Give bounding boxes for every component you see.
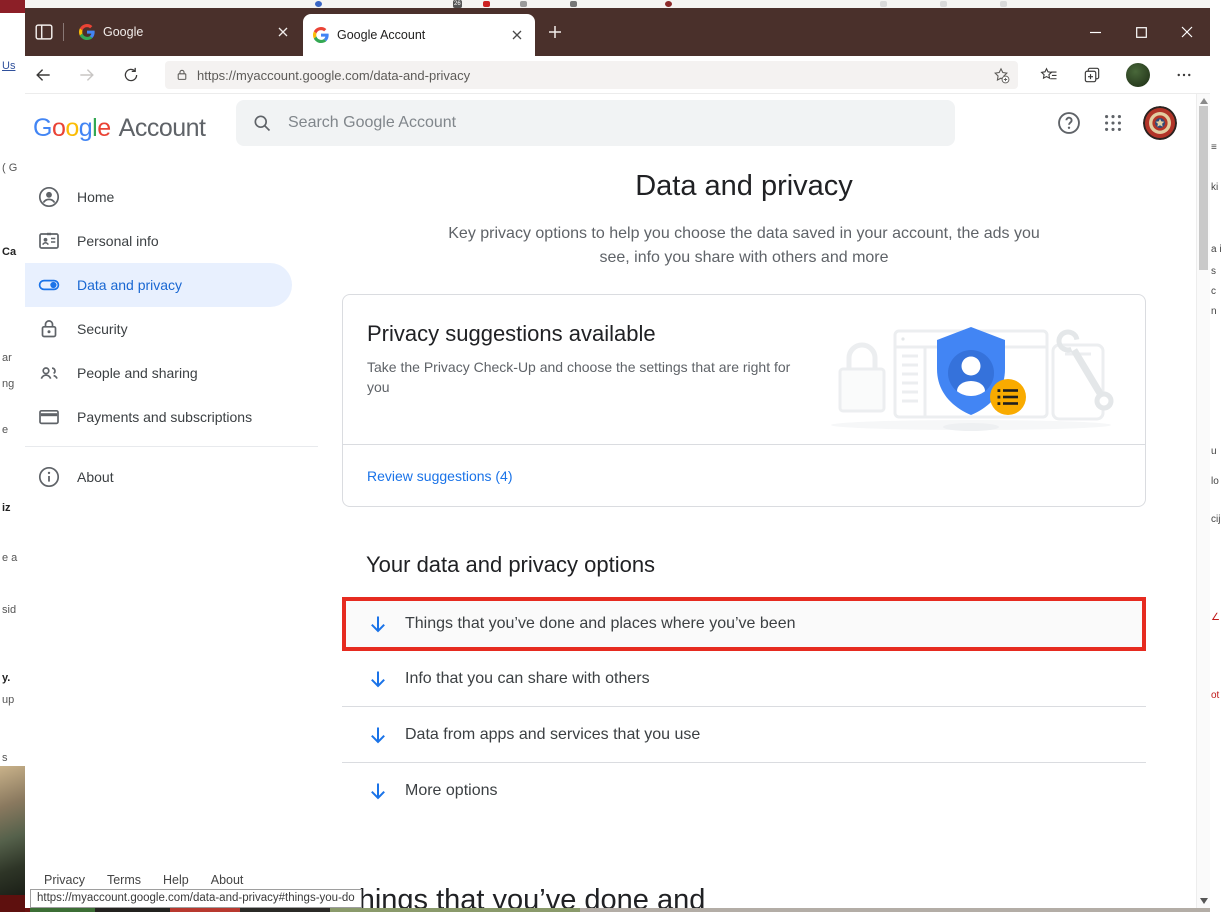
background-image-fragment xyxy=(0,895,25,912)
url-bar[interactable]: https://myaccount.google.com/data-and-pr… xyxy=(165,61,1018,89)
scrollbar-thumb[interactable] xyxy=(1199,106,1208,270)
tab-close-icon[interactable] xyxy=(509,27,525,43)
next-section-heading-partial: Things that you’ve done and xyxy=(341,884,705,908)
footer-link-terms[interactable]: Terms xyxy=(107,873,141,887)
scroll-up-arrow[interactable] xyxy=(1200,98,1208,104)
sidebar-item-about[interactable]: About xyxy=(25,455,292,499)
card-title: Privacy suggestions available xyxy=(367,321,656,347)
google-favicon xyxy=(79,24,95,40)
info-icon xyxy=(37,465,61,489)
option-things-done-places-been[interactable]: Things that you’ve done and places where… xyxy=(342,597,1146,651)
option-data-apps-services[interactable]: Data from apps and services that you use xyxy=(342,707,1146,763)
logo-account-text: Account xyxy=(119,114,206,143)
background-photo-fragment xyxy=(0,766,25,895)
background-image-fragment xyxy=(0,0,25,13)
background-badge: 26 xyxy=(453,0,462,8)
option-more-options[interactable]: More options xyxy=(342,763,1146,819)
refresh-icon[interactable] xyxy=(117,61,145,89)
favorites-icon[interactable] xyxy=(1035,61,1063,89)
browser-navbar: https://myaccount.google.com/data-and-pr… xyxy=(25,56,1210,94)
page-footer-links: Privacy Terms Help About xyxy=(44,873,243,887)
background-bottom-strip xyxy=(25,908,1210,912)
tab-label: Google xyxy=(103,25,267,39)
privacy-suggestions-card: Privacy suggestions available Take the P… xyxy=(342,294,1146,507)
sidebar-item-security[interactable]: Security xyxy=(25,307,292,351)
review-suggestions-row[interactable]: Review suggestions (4) xyxy=(343,444,1145,506)
tab-close-icon[interactable] xyxy=(275,24,291,40)
card-body: Take the Privacy Check-Up and choose the… xyxy=(367,357,807,397)
forward-icon[interactable] xyxy=(73,61,101,89)
arrow-down-icon xyxy=(366,667,390,691)
id-card-icon xyxy=(37,229,61,253)
tab-google-account[interactable]: Google Account xyxy=(303,14,535,56)
help-icon[interactable] xyxy=(1055,109,1083,137)
browser-profile-avatar[interactable] xyxy=(1124,61,1152,89)
browser-window: Google Google Account xyxy=(25,8,1210,912)
background-window-left-sliver: Us ( G Ca ar ng e iz e a sid y. up s xyxy=(0,0,25,912)
sidebar-divider xyxy=(25,446,318,447)
footer-link-privacy[interactable]: Privacy xyxy=(44,873,85,887)
sidebar-item-personal-info[interactable]: Personal info xyxy=(25,219,292,263)
sidebar-item-payments[interactable]: Payments and subscriptions xyxy=(25,395,292,439)
account-avatar[interactable] xyxy=(1143,106,1177,140)
search-bar[interactable] xyxy=(236,100,955,146)
page-scrollbar[interactable] xyxy=(1196,94,1210,908)
sidebar-item-people-and-sharing[interactable]: People and sharing xyxy=(25,351,292,395)
settings-menu-icon[interactable] xyxy=(1170,61,1198,89)
new-tab-icon[interactable] xyxy=(545,22,565,42)
tab-actions-icon[interactable] xyxy=(33,21,55,43)
url-text: https://myaccount.google.com/data-and-pr… xyxy=(197,68,992,83)
tab-divider xyxy=(63,23,64,41)
sidebar-item-home[interactable]: Home xyxy=(25,175,292,219)
sidebar-item-data-and-privacy[interactable]: Data and privacy xyxy=(25,263,292,307)
arrow-down-icon xyxy=(366,779,390,803)
collections-icon[interactable] xyxy=(1078,61,1106,89)
search-input[interactable] xyxy=(286,113,890,133)
back-icon[interactable] xyxy=(29,61,57,89)
toggle-icon xyxy=(37,273,61,297)
options-section-title: Your data and privacy options xyxy=(366,552,655,578)
add-favorite-icon[interactable] xyxy=(992,66,1010,84)
review-suggestions-link[interactable]: Review suggestions (4) xyxy=(367,468,513,484)
page-subtitle: Key privacy options to help you choose t… xyxy=(436,222,1052,270)
background-window-top-strip: 26 xyxy=(25,0,1210,8)
scroll-down-arrow[interactable] xyxy=(1200,898,1208,904)
page-content: Google Account Home xyxy=(25,94,1210,908)
tab-google[interactable]: Google xyxy=(69,8,301,56)
people-icon xyxy=(37,361,61,385)
window-maximize-button[interactable] xyxy=(1119,8,1163,56)
arrow-down-icon xyxy=(366,723,390,747)
lock-icon xyxy=(175,68,189,82)
google-account-logo: Google Account xyxy=(33,114,205,143)
status-bar-link-preview: https://myaccount.google.com/data-and-pr… xyxy=(30,889,362,908)
arrow-down-icon xyxy=(366,612,390,636)
browser-titlebar: Google Google Account xyxy=(25,8,1210,56)
credit-card-icon xyxy=(37,405,61,429)
window-minimize-button[interactable] xyxy=(1073,8,1117,56)
option-info-share-others[interactable]: Info that you can share with others xyxy=(342,652,1146,707)
search-icon xyxy=(252,113,272,133)
privacy-checkup-illustration xyxy=(825,309,1117,437)
footer-link-help[interactable]: Help xyxy=(163,873,189,887)
home-icon xyxy=(37,185,61,209)
google-apps-grid-icon[interactable] xyxy=(1099,109,1127,137)
footer-link-about[interactable]: About xyxy=(211,873,244,887)
page-title: Data and privacy xyxy=(342,170,1146,203)
window-close-button[interactable] xyxy=(1165,8,1209,56)
background-window-right-sliver: ≡ ki a i s c n u lo cij ∠ ot xyxy=(1210,0,1222,912)
google-favicon xyxy=(313,27,329,43)
lock-icon xyxy=(37,317,61,341)
tab-label: Google Account xyxy=(337,28,501,42)
